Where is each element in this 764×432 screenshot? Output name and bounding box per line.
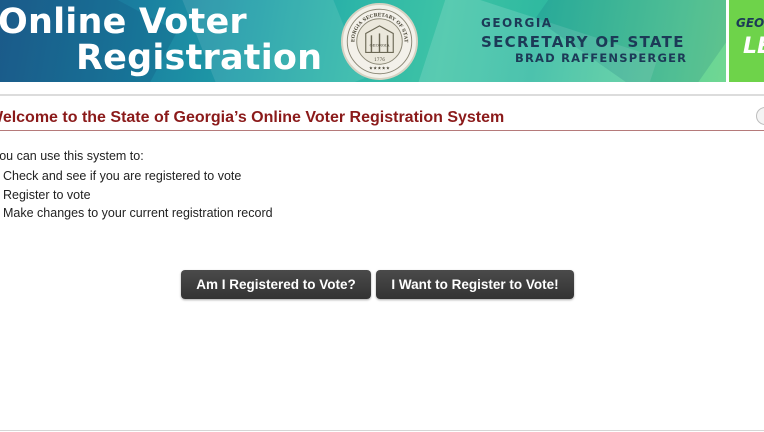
list-item: Make changes to your current registratio… xyxy=(3,206,273,220)
page-title: Welcome to the State of Georgia’s Online… xyxy=(0,109,505,126)
sos-office: SECRETARY OF STATE xyxy=(481,33,685,51)
state-seal-icon: GEORGIA SECRETARY OF STATE GEORGIA 1776 … xyxy=(341,1,418,80)
am-i-registered-button[interactable]: Am I Registered to Vote? xyxy=(181,270,371,299)
seal-year: 1776 xyxy=(374,58,385,63)
seal-stars: ★★★★★ xyxy=(369,65,391,71)
list-item: Check and see if you are registered to v… xyxy=(3,169,242,183)
badge-bottom-text: LEA xyxy=(743,34,764,59)
georgia-badge: GEORG LEA xyxy=(726,0,764,82)
banner-title-line1: Online Voter xyxy=(0,2,247,42)
intro-text: You can use this system to: xyxy=(0,149,144,163)
info-icon[interactable] xyxy=(756,107,764,125)
heading-divider xyxy=(0,130,764,131)
banner-divider xyxy=(0,94,764,96)
sos-state: GEORGIA xyxy=(481,16,553,30)
state-seal-graphic: GEORGIA SECRETARY OF STATE GEORGIA 1776 … xyxy=(341,1,413,75)
secretary-of-state-wordmark: GEORGIA SECRETARY OF STATE BRAD RAFFENSP… xyxy=(481,16,711,65)
register-to-vote-button[interactable]: I Want to Register to Vote! xyxy=(376,270,574,299)
site-banner: Online Voter Registration GEORGIA SECRET… xyxy=(0,0,764,82)
badge-top-text: GEORG xyxy=(736,16,764,30)
banner-title-line2: Registration xyxy=(76,38,323,78)
sos-official-name: BRAD RAFFENSPERGER xyxy=(515,51,688,65)
options-list: Check and see if you are registered to v… xyxy=(3,167,273,223)
content-panel: Welcome to the State of Georgia’s Online… xyxy=(0,97,764,431)
banner-title: Online Voter Registration xyxy=(0,4,328,76)
seal-center-text: GEORGIA xyxy=(370,43,390,48)
list-item: Register to vote xyxy=(3,187,91,202)
